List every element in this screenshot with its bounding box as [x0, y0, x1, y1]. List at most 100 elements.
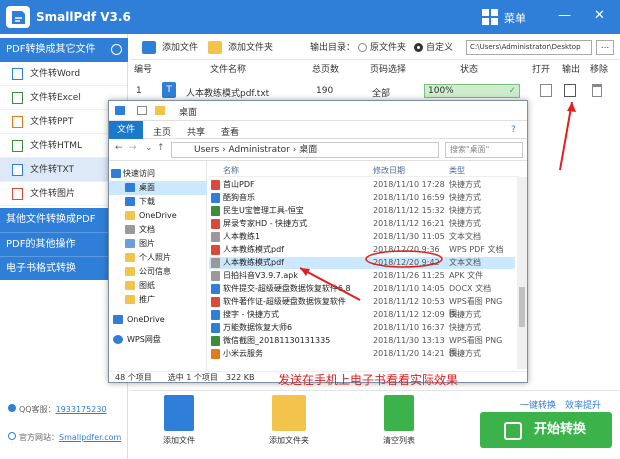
- start-convert-button[interactable]: 开始转换: [480, 412, 612, 448]
- back-arrow-icon[interactable]: ←: [115, 143, 123, 153]
- promo-links: 一键转换 效率提升: [520, 401, 602, 411]
- collapse-icon[interactable]: [111, 44, 122, 55]
- bottom-add-file-button[interactable]: 添加文件: [144, 395, 214, 446]
- file-type: DOCX 文档: [449, 284, 492, 293]
- wps-cloud-icon: [113, 335, 123, 344]
- close-button[interactable]: ✕: [594, 8, 605, 23]
- minimize-button[interactable]: —: [558, 8, 571, 23]
- nav-drawings[interactable]: 图纸: [109, 279, 207, 293]
- chevron-down-icon[interactable]: ⌄: [145, 143, 153, 153]
- tab-home[interactable]: 主页: [153, 125, 171, 138]
- file-row[interactable]: 小米云服务 2018/11/20 14:21 快捷方式: [209, 348, 515, 360]
- folder-icon: [125, 295, 135, 304]
- sidebar-item-word[interactable]: 文件转Word: [0, 62, 127, 86]
- file-row[interactable]: 万能数据恢复大师6 2018/11/10 16:37 快捷方式: [209, 322, 515, 334]
- file-type: 文本文档: [449, 258, 481, 267]
- file-row[interactable]: 首山PDF 2018/11/10 17:28 快捷方式: [209, 179, 515, 191]
- website-link[interactable]: Smallpdfer.com: [59, 433, 121, 442]
- scrollbar[interactable]: [517, 177, 527, 369]
- add-folder-button[interactable]: 添加文件夹: [208, 40, 273, 56]
- file-icon: [211, 323, 220, 333]
- file-icon: [211, 232, 220, 242]
- check-icon: ✓: [508, 86, 516, 96]
- help-icon[interactable]: ?: [511, 125, 516, 135]
- checkbox-icon[interactable]: [137, 106, 147, 115]
- nav-personal-photos[interactable]: 个人照片: [109, 251, 207, 265]
- file-row[interactable]: 人本教练模式pdf 2018/12/20 9:42 文本文档: [209, 257, 515, 269]
- tab-file[interactable]: 文件: [109, 121, 143, 139]
- nav-company-info[interactable]: 公司信息: [109, 265, 207, 279]
- file-row[interactable]: 民生U宝管理工具-恒宝 2018/11/12 15:32 快捷方式: [209, 205, 515, 217]
- clear-list-button[interactable]: 清空列表: [364, 395, 434, 446]
- file-date: 2018/12/20 9:42: [373, 258, 440, 267]
- up-arrow-icon[interactable]: ↑: [157, 143, 165, 153]
- qq-number[interactable]: 1933175230: [56, 405, 107, 414]
- trash-icon[interactable]: [592, 84, 602, 97]
- col-output: 输出: [562, 65, 581, 75]
- nav-downloads[interactable]: 下载: [109, 195, 207, 209]
- search-input[interactable]: 搜索"桌面": [445, 142, 523, 158]
- radio-original-folder[interactable]: 原文件夹: [358, 40, 406, 56]
- address-input[interactable]: Users › Administrator › 桌面: [171, 142, 439, 158]
- col-date[interactable]: 修改日期: [373, 165, 405, 176]
- output-folder-icon[interactable]: [564, 84, 576, 97]
- nav-desktop[interactable]: 桌面: [109, 181, 207, 195]
- file-type: 快捷方式: [449, 219, 481, 228]
- image-icon: [12, 188, 23, 200]
- file-explorer-window[interactable]: 桌面 文件 主页 共享 查看 ? ← → ⌄ ↑ Users › Adminis…: [108, 100, 528, 383]
- globe-icon: [8, 432, 16, 440]
- tab-share[interactable]: 共享: [187, 125, 205, 138]
- ppt-icon: [12, 116, 23, 128]
- file-row[interactable]: 酷狗音乐 2018/11/10 16:59 快捷方式: [209, 192, 515, 204]
- output-path-input[interactable]: C:\Users\Administrator\Desktop: [466, 40, 592, 55]
- file-row[interactable]: 人本教练1 2018/11/30 11:05 文本文档: [209, 231, 515, 243]
- file-type: 快捷方式: [449, 310, 481, 319]
- file-row[interactable]: 日拍抖音V3.9.7.apk 2018/11/26 11:25 APK 文件: [209, 270, 515, 282]
- col-index: 编号: [134, 65, 153, 75]
- file-row[interactable]: 屏录专家HD - 快捷方式 2018/11/12 16:21 快捷方式: [209, 218, 515, 230]
- broom-icon: [384, 395, 414, 431]
- file-row[interactable]: 软件提交-超级硬盘数据恢复软件6.8 2018/11/10 14:05 DOCX 文…: [209, 283, 515, 295]
- menu-label[interactable]: 菜单: [504, 10, 526, 26]
- nav-documents[interactable]: 文档: [109, 223, 207, 237]
- file-type: 快捷方式: [449, 323, 481, 332]
- col-remove: 移除: [590, 65, 609, 75]
- file-row[interactable]: 搜字 - 快捷方式 2018/11/12 12:09 快捷方式: [209, 309, 515, 321]
- add-file-button[interactable]: 添加文件: [142, 40, 198, 56]
- row-pages: 190: [316, 86, 334, 96]
- star-icon: [111, 169, 121, 178]
- scrollbar-thumb[interactable]: [519, 287, 525, 327]
- sidebar-section-pdf-to-other[interactable]: PDF转换成其它文件: [0, 38, 128, 62]
- col-name[interactable]: 名称: [223, 165, 239, 176]
- nav-pictures[interactable]: 图片: [109, 237, 207, 251]
- desktop-icon: [125, 183, 135, 192]
- open-icon[interactable]: [540, 84, 552, 97]
- folder-icon: [125, 267, 135, 276]
- title-bar: SmallPdf V3.6 菜单 — ✕: [0, 0, 620, 34]
- menu-grid-icon[interactable]: [482, 9, 498, 25]
- file-row[interactable]: 软件著作证-超级硬盘数据恢复软件 2018/11/12 10:53 WPS看图 PN…: [209, 296, 515, 318]
- file-row[interactable]: 微信截图_20181130131335 2018/11/30 13:13 WPS看图…: [209, 335, 515, 357]
- col-filename: 文件名称: [210, 65, 247, 75]
- table-row[interactable]: 1 T 人本教练模式pdf.txt 190 全部: [130, 80, 620, 102]
- row-page-select[interactable]: 全部: [372, 86, 390, 99]
- bottom-add-folder-button[interactable]: 添加文件夹: [254, 395, 324, 446]
- nav-wps-cloud[interactable]: WPS网盘: [109, 333, 207, 347]
- file-date: 2018/12/20 9:36: [373, 245, 440, 254]
- tab-view[interactable]: 查看: [221, 125, 239, 138]
- nav-quick-access[interactable]: 快速访问: [109, 167, 207, 181]
- browse-button[interactable]: ...: [596, 40, 614, 55]
- radio-custom-folder[interactable]: 自定义: [414, 40, 453, 56]
- file-icon: [211, 245, 220, 255]
- nav-promotion[interactable]: 推广: [109, 293, 207, 307]
- file-icon: [211, 219, 220, 229]
- document-icon: [125, 225, 135, 234]
- forward-arrow-icon[interactable]: →: [129, 143, 137, 153]
- nav-onedrive-root[interactable]: OneDrive: [109, 313, 207, 327]
- row-filename: 人本教练模式pdf.txt: [186, 89, 270, 99]
- nav-onedrive[interactable]: OneDrive: [109, 209, 207, 223]
- file-row[interactable]: 人本教练模式pdf 2018/12/20 9:36 WPS PDF 文档: [209, 244, 515, 256]
- col-type[interactable]: 类型: [449, 165, 465, 176]
- folder-icon: [125, 253, 135, 262]
- file-type: 快捷方式: [449, 193, 481, 202]
